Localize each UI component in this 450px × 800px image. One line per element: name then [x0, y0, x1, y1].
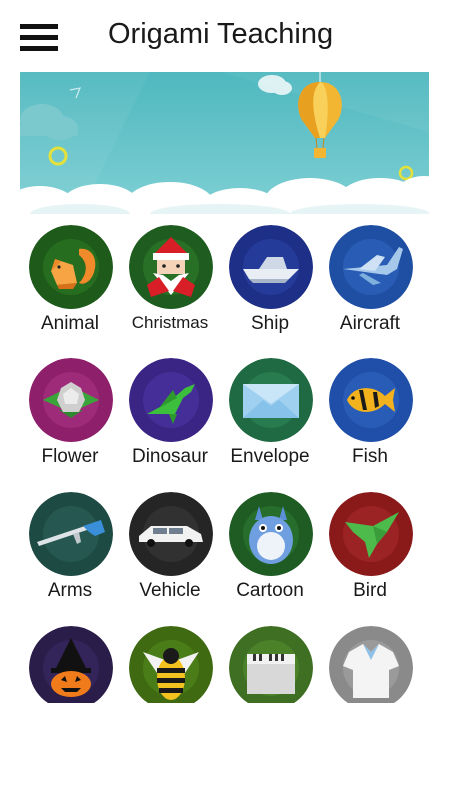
category-envelope[interactable]: Envelope [220, 358, 320, 488]
category-clothing[interactable] [320, 626, 420, 703]
category-label: Fish [352, 446, 388, 467]
shirt-icon [329, 626, 413, 703]
aircraft-icon [329, 225, 413, 309]
category-label: Cartoon [236, 580, 304, 601]
dinosaur-icon [129, 358, 213, 442]
envelope-icon [229, 358, 313, 442]
category-vehicle[interactable]: Vehicle [120, 492, 220, 622]
category-bird[interactable]: Bird [320, 492, 420, 622]
category-label: Aircraft [339, 313, 401, 334]
category-flower[interactable]: Flower [20, 358, 120, 488]
category-insect[interactable] [120, 626, 220, 703]
category-halloween[interactable] [20, 626, 120, 703]
squirrel-icon [29, 225, 113, 309]
category-animal[interactable]: Animal [20, 225, 120, 355]
category-label: Vehicle [139, 580, 201, 601]
santa-icon [129, 225, 213, 309]
category-cartoon[interactable]: Cartoon [220, 492, 320, 622]
category-fish[interactable]: Fish [320, 358, 420, 488]
bird-icon [329, 492, 413, 576]
category-dinosaur[interactable]: Dinosaur [120, 358, 220, 488]
fish-icon [329, 358, 413, 442]
hamburger-menu-icon[interactable] [20, 22, 58, 56]
category-arms[interactable]: Arms [20, 492, 120, 622]
car-icon [129, 492, 213, 576]
app-bar: Origami Teaching [0, 0, 450, 72]
category-label: Envelope [230, 446, 310, 467]
category-aircraft[interactable]: Aircraft [320, 225, 420, 355]
category-label: Christmas [131, 313, 209, 332]
witch-pumpkin-icon [29, 626, 113, 703]
flower-icon [29, 358, 113, 442]
bee-icon [129, 626, 213, 703]
hero-banner [20, 72, 429, 214]
category-label: Dinosaur [131, 446, 209, 467]
category-label: Bird [353, 580, 387, 601]
category-christmas[interactable]: Christmas [120, 225, 220, 355]
category-instrument[interactable] [220, 626, 320, 703]
category-ship[interactable]: Ship [220, 225, 320, 355]
piano-icon [229, 626, 313, 703]
totoro-icon [229, 492, 313, 576]
page-title: Origami Teaching [108, 18, 334, 50]
category-grid: Animal Christmas Ship Aircraft Flower Di… [20, 225, 430, 703]
category-label: Ship [250, 313, 290, 334]
gun-icon [29, 492, 113, 576]
ship-icon [229, 225, 313, 309]
